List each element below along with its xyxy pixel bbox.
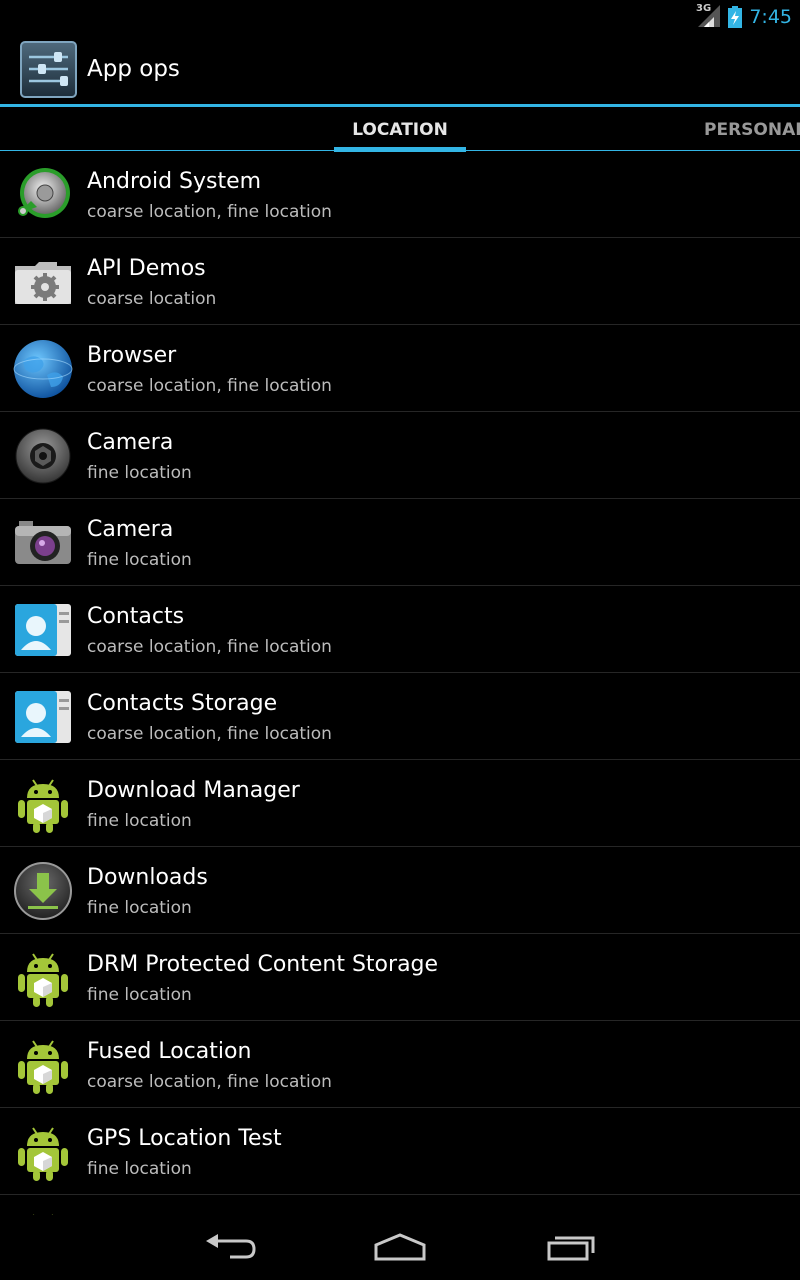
app-ops-summary: coarse location, fine location <box>87 724 332 744</box>
clock: 7:45 <box>749 6 792 28</box>
app-name: Download Manager <box>87 778 300 803</box>
android-robot-icon <box>13 1122 73 1182</box>
app-name: Camera <box>87 430 174 455</box>
download-arrow-icon <box>13 861 73 921</box>
list-item[interactable]: Camera fine location <box>0 499 800 586</box>
app-name: Camera <box>87 517 174 542</box>
tab-strip: LOCATION PERSONAL <box>0 107 800 152</box>
app-ops-summary: fine location <box>87 811 192 831</box>
app-name: Browser <box>87 343 177 368</box>
network-type-label: 3G <box>696 3 712 14</box>
app-ops-summary: coarse location, fine location <box>87 376 332 396</box>
list-item[interactable]: Camera fine location <box>0 412 800 499</box>
app-name: DRM Protected Content Storage <box>87 952 439 977</box>
contacts-icon <box>13 600 73 660</box>
android-system-icon <box>13 165 73 225</box>
list-item[interactable] <box>0 1195 800 1215</box>
android-robot-icon <box>13 1035 73 1095</box>
app-name: Android System <box>87 169 262 194</box>
action-bar: App ops <box>0 36 800 106</box>
home-icon[interactable] <box>370 1227 430 1267</box>
camera-lens-icon <box>13 426 73 486</box>
app-name: API Demos <box>87 256 206 281</box>
globe-icon <box>13 339 73 399</box>
app-ops-summary: fine location <box>87 985 192 1005</box>
app-ops-summary: coarse location <box>87 289 217 309</box>
app-ops-summary: fine location <box>87 1159 192 1179</box>
list-item[interactable]: Contacts Storage coarse location, fine l… <box>0 673 800 760</box>
contacts-icon <box>13 687 73 747</box>
back-icon[interactable] <box>200 1227 260 1267</box>
app-ops-summary: fine location <box>87 463 192 483</box>
recent-apps-icon[interactable] <box>541 1227 601 1267</box>
app-name: Fused Location <box>87 1039 252 1064</box>
page-title: App ops <box>87 56 180 82</box>
android-robot-icon <box>13 774 73 834</box>
app-name: Contacts Storage <box>87 691 278 716</box>
app-ops-summary: coarse location, fine location <box>87 637 332 657</box>
folder-gear-icon <box>13 252 73 312</box>
app-name: Downloads <box>87 865 208 890</box>
app-ops-settings-icon[interactable] <box>20 41 77 98</box>
list-item[interactable]: Fused Location coarse location, fine loc… <box>0 1021 800 1108</box>
tab-location-label: LOCATION <box>352 120 448 140</box>
list-item[interactable]: GPS Location Test fine location <box>0 1108 800 1195</box>
app-ops-summary: fine location <box>87 550 192 570</box>
app-ops-summary: fine location <box>87 898 192 918</box>
tab-location[interactable]: LOCATION <box>334 107 466 152</box>
camera-icon <box>13 513 73 573</box>
tab-personal-label: PERSONAL <box>704 120 800 140</box>
list-item[interactable]: Android System coarse location, fine loc… <box>0 151 800 238</box>
list-item[interactable]: Browser coarse location, fine location <box>0 325 800 412</box>
list-item[interactable]: Download Manager fine location <box>0 760 800 847</box>
app-name: Contacts <box>87 604 185 629</box>
signal-icon: 3G <box>696 3 720 27</box>
app-ops-summary: coarse location, fine location <box>87 202 332 222</box>
list-item[interactable]: Contacts coarse location, fine location <box>0 586 800 673</box>
android-robot-icon <box>13 948 73 1008</box>
battery-charging-icon <box>728 6 742 28</box>
status-bar: 3G 7:45 <box>0 0 800 36</box>
list-item[interactable]: DRM Protected Content Storage fine locat… <box>0 934 800 1021</box>
list-item[interactable]: Downloads fine location <box>0 847 800 934</box>
app-ops-summary: coarse location, fine location <box>87 1072 332 1092</box>
tab-personal[interactable]: PERSONAL <box>704 107 800 151</box>
app-list[interactable]: Android System coarse location, fine loc… <box>0 151 800 1215</box>
navigation-bar <box>0 1215 800 1280</box>
app-name: GPS Location Test <box>87 1126 282 1151</box>
list-item[interactable]: API Demos coarse location <box>0 238 800 325</box>
